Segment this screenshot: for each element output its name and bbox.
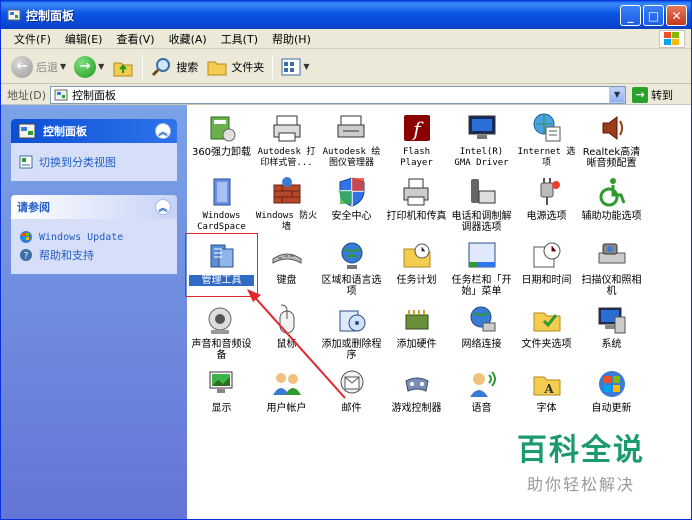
back-arrow-icon: ← bbox=[11, 55, 33, 78]
windows-update-link[interactable]: Windows Update bbox=[19, 230, 169, 244]
windows-update-icon bbox=[20, 231, 32, 243]
see-also-panel: 请参阅 ︽ Windows Update ? 帮助和支持 bbox=[11, 195, 177, 274]
windows-update-label: Windows Update bbox=[39, 231, 124, 243]
control-panel-panel: 控制面板 ︽ 切换到分类视图 bbox=[11, 119, 177, 181]
folders-button[interactable]: 文件夹 bbox=[202, 53, 268, 81]
control-panel-icon bbox=[7, 9, 21, 21]
folders-label: 文件夹 bbox=[231, 60, 265, 74]
control-panel-icon bbox=[18, 123, 36, 139]
go-arrow-icon: → bbox=[632, 86, 649, 103]
views-icon bbox=[281, 58, 301, 75]
panel-header[interactable]: 请参阅 ︽ bbox=[11, 195, 177, 219]
address-bar: 地址(D) 控制面板 ▼ → 转到 bbox=[1, 85, 691, 105]
address-input[interactable]: 控制面板 ▼ bbox=[50, 85, 627, 104]
close-button[interactable]: ✕ bbox=[666, 5, 687, 26]
help-icon: ? bbox=[20, 249, 32, 262]
title-bar[interactable]: 控制面板 _ □ ✕ bbox=[1, 1, 691, 29]
menu-view[interactable]: 查看(V) bbox=[109, 31, 161, 47]
svg-text:?: ? bbox=[24, 252, 29, 262]
icon-view: 360强力卸载 Autodesk 打印样式管... Autodesk 绘图仪管理… bbox=[185, 105, 691, 519]
chevron-down-icon: ▼ bbox=[613, 90, 621, 99]
close-icon: ✕ bbox=[671, 8, 682, 23]
switch-view-label: 切换到分类视图 bbox=[39, 156, 116, 169]
switch-to-category-view-link[interactable]: 切换到分类视图 bbox=[19, 154, 169, 170]
content-area: 控制面板 ︽ 切换到分类视图 请参阅 ︽ Windows Update ? 帮助… bbox=[1, 105, 691, 519]
menu-bar: 文件(F) 编辑(E) 查看(V) 收藏(A) 工具(T) 帮助(H) bbox=[1, 29, 691, 49]
maximize-button[interactable]: □ bbox=[643, 5, 664, 26]
window-title: 控制面板 bbox=[26, 8, 75, 23]
minimize-button[interactable]: _ bbox=[620, 5, 641, 26]
views-button[interactable]: ▼ bbox=[277, 53, 313, 81]
back-label: 后退 bbox=[36, 60, 58, 74]
collapse-icon[interactable]: ︽ bbox=[155, 123, 171, 139]
collapse-icon[interactable]: ︽ bbox=[155, 199, 171, 215]
search-button[interactable]: 搜索 bbox=[147, 53, 202, 81]
category-view-icon bbox=[19, 155, 33, 169]
help-label: 帮助和支持 bbox=[39, 249, 94, 262]
watermark-subtitle: 助你轻松解决 bbox=[527, 475, 636, 494]
panel-body: 切换到分类视图 bbox=[11, 143, 177, 181]
task-pane: 控制面板 ︽ 切换到分类视图 请参阅 ︽ Windows Update ? 帮助… bbox=[1, 105, 187, 519]
search-label: 搜索 bbox=[176, 60, 199, 74]
up-folder-button[interactable] bbox=[108, 53, 138, 81]
chevron-down-icon: ▼ bbox=[303, 62, 310, 71]
panel-title: 请参阅 bbox=[17, 201, 50, 214]
back-button[interactable]: ← 后退 ▼ bbox=[7, 53, 70, 81]
minimize-icon: _ bbox=[627, 8, 634, 23]
forward-arrow-icon: → bbox=[74, 55, 97, 78]
menu-favorites[interactable]: 收藏(A) bbox=[162, 31, 214, 47]
panel-body: Windows Update ? 帮助和支持 bbox=[11, 219, 177, 274]
forward-button[interactable]: → ▼ bbox=[70, 53, 108, 81]
chevron-down-icon: ▼ bbox=[98, 62, 105, 71]
folder-icon bbox=[207, 61, 227, 75]
control-panel-icon bbox=[54, 89, 68, 100]
search-icon bbox=[152, 57, 171, 76]
windows-logo-icon bbox=[659, 30, 685, 48]
address-value: 控制面板 bbox=[72, 88, 117, 102]
go-button[interactable]: → 转到 bbox=[632, 86, 674, 103]
menu-help[interactable]: 帮助(H) bbox=[265, 31, 318, 47]
menu-file[interactable]: 文件(F) bbox=[7, 31, 58, 47]
chevron-down-icon: ▼ bbox=[60, 62, 67, 71]
toolbar: ← 后退 ▼ → ▼ 搜索 文件夹 ▼ bbox=[1, 50, 691, 84]
control-panel-window: 控制面板 _ □ ✕ 文件(F) 编辑(E) 查看(V) 收藏(A) 工具(T)… bbox=[0, 0, 692, 520]
help-and-support-link[interactable]: ? 帮助和支持 bbox=[19, 247, 169, 263]
watermark: 百科全说 助你轻松解决 bbox=[517, 425, 645, 495]
menu-tools[interactable]: 工具(T) bbox=[214, 31, 265, 47]
address-label: 地址(D) bbox=[7, 88, 47, 102]
go-label: 转到 bbox=[651, 88, 674, 102]
panel-header[interactable]: 控制面板 ︽ bbox=[11, 119, 177, 143]
maximize-icon: □ bbox=[647, 8, 660, 23]
up-folder-icon bbox=[113, 62, 133, 76]
address-dropdown-button[interactable]: ▼ bbox=[609, 86, 626, 103]
panel-title: 控制面板 bbox=[43, 125, 87, 138]
toolbar-separator bbox=[142, 54, 144, 79]
toolbar-separator bbox=[272, 54, 274, 79]
menu-edit[interactable]: 编辑(E) bbox=[58, 31, 110, 47]
watermark-title: 百科全说 bbox=[517, 433, 645, 468]
